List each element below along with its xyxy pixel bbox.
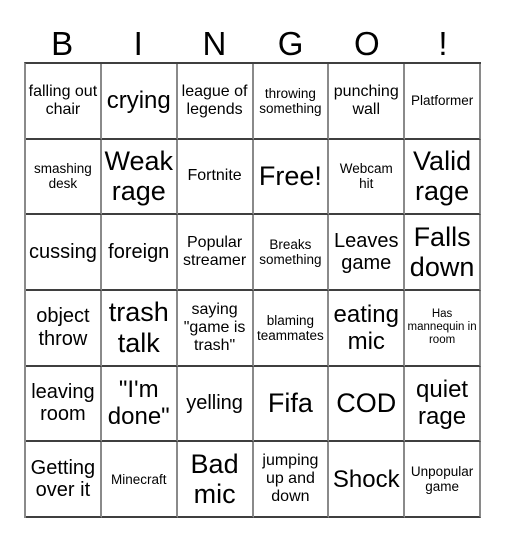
bingo-cell-label: Bad mic <box>190 448 239 510</box>
bingo-header-letter: N <box>202 25 227 62</box>
bingo-header-letters: B I N G O! <box>24 20 481 62</box>
bingo-card: B I N G O! falling out chair crying league of … <box>0 0 506 544</box>
bingo-cell[interactable]: Unpopular game <box>405 442 481 518</box>
bingo-cell-label: saying "game is trash" <box>183 300 246 354</box>
bingo-cell[interactable]: Valid rage <box>405 139 481 216</box>
bingo-cell-label: Popular streamer <box>183 234 247 270</box>
bingo-cell[interactable]: punching wall <box>329 64 406 140</box>
bingo-cell-label: jumping up and down <box>262 452 319 506</box>
bingo-cell[interactable]: Webcam hit <box>329 139 406 216</box>
bingo-cell[interactable]: Bad mic <box>177 442 254 518</box>
bingo-cell-label: object throw <box>36 305 90 350</box>
bingo-cell-label: Fortnite <box>187 167 242 185</box>
bingo-cell[interactable]: Falls down <box>405 215 481 291</box>
bingo-cell-label: falling out chair <box>28 82 98 118</box>
bingo-cell-label: Falls down <box>409 221 475 283</box>
bingo-cell[interactable]: COD <box>329 366 406 443</box>
bingo-cell[interactable]: smashing desk <box>26 139 102 216</box>
bingo-cell[interactable]: object throw <box>26 290 102 367</box>
bingo-cell-label: Unpopular game <box>410 463 474 495</box>
bingo-cell[interactable]: Fortnite <box>177 139 254 216</box>
bingo-cell[interactable]: cussing <box>26 215 102 291</box>
bingo-header-letter: O <box>353 25 380 62</box>
bingo-cell[interactable]: league of legends <box>177 64 254 140</box>
bingo-header-letter: I <box>133 25 143 62</box>
bingo-cell[interactable]: Popular streamer <box>177 215 254 291</box>
bingo-cell[interactable]: Getting over it <box>26 442 102 518</box>
bingo-cell[interactable]: Breaks something <box>253 215 330 291</box>
bingo-cell-label: Weak rage <box>104 145 173 207</box>
bingo-cell[interactable]: yelling <box>177 366 254 443</box>
bingo-cell[interactable]: Shock <box>329 442 406 518</box>
bingo-cell-label: Shock <box>332 465 400 493</box>
bingo-cell-label: Free! <box>258 161 322 192</box>
bingo-cell-label: crying <box>106 87 171 115</box>
bingo-cell[interactable]: leaving room <box>26 366 102 443</box>
bingo-cell-label: trash talk <box>108 297 169 358</box>
bingo-cell[interactable]: Has mannequin in room <box>405 290 481 367</box>
bingo-cell[interactable]: crying <box>101 64 178 140</box>
bingo-cell-label: Getting over it <box>30 456 96 502</box>
bingo-cell[interactable]: jumping up and down <box>253 442 330 518</box>
bingo-cell-label: Leaves game <box>333 229 399 275</box>
bingo-cell-label: punching wall <box>333 82 399 118</box>
bingo-cell[interactable]: Fifa <box>253 366 330 443</box>
bingo-cell-label: foreign <box>108 240 170 263</box>
bingo-grid: falling out chair crying league of legends… <box>24 62 481 518</box>
bingo-cell-label: league of legends <box>181 82 248 118</box>
bingo-cell-label: eating mic <box>333 300 399 355</box>
bingo-cell-label: leaving room <box>31 380 95 426</box>
bingo-cell-label: Webcam hit <box>339 161 393 192</box>
bingo-cell-label: Breaks something <box>259 236 322 268</box>
bingo-cell[interactable]: Free! <box>253 139 330 216</box>
bingo-cell[interactable]: foreign <box>101 215 178 291</box>
bingo-cell-label: Has mannequin in room <box>407 308 477 347</box>
bingo-cell-label: Fifa <box>267 388 313 419</box>
bingo-cell[interactable]: saying "game is trash" <box>177 290 254 367</box>
bingo-cell-label: COD <box>336 388 397 419</box>
bingo-cell-label: "I'm done" <box>107 376 170 431</box>
bingo-header-letter: G <box>277 25 304 62</box>
bingo-cell-label: smashing desk <box>34 161 92 192</box>
bingo-cell[interactable]: Weak rage <box>101 139 178 216</box>
bingo-cell[interactable]: Platformer <box>405 64 481 140</box>
bingo-cell[interactable]: "I'm done" <box>101 366 178 443</box>
bingo-cell[interactable]: Minecraft <box>101 442 178 518</box>
bingo-cell-label: yelling <box>186 392 243 415</box>
bingo-cell[interactable]: eating mic <box>329 290 406 367</box>
bingo-cell[interactable]: falling out chair <box>26 64 102 140</box>
bingo-cell-label: cussing <box>29 240 97 263</box>
bingo-cell-label: throwing something <box>259 85 322 116</box>
bingo-cell[interactable]: quiet rage <box>405 366 481 443</box>
bingo-header-letter: ! <box>438 25 448 62</box>
bingo-cell[interactable]: throwing something <box>253 64 330 140</box>
bingo-cell-label: Minecraft <box>110 471 167 487</box>
bingo-cell-label: Platformer <box>410 93 474 109</box>
bingo-header-letter: B <box>51 25 74 62</box>
bingo-cell-label: Valid rage <box>413 145 472 207</box>
bingo-cell[interactable]: trash talk <box>101 290 178 367</box>
bingo-cell-label: quiet rage <box>416 376 469 431</box>
bingo-cell[interactable]: blaming teammates <box>253 290 330 367</box>
bingo-cell[interactable]: Leaves game <box>329 215 406 291</box>
bingo-cell-label: blaming teammates <box>257 312 324 343</box>
